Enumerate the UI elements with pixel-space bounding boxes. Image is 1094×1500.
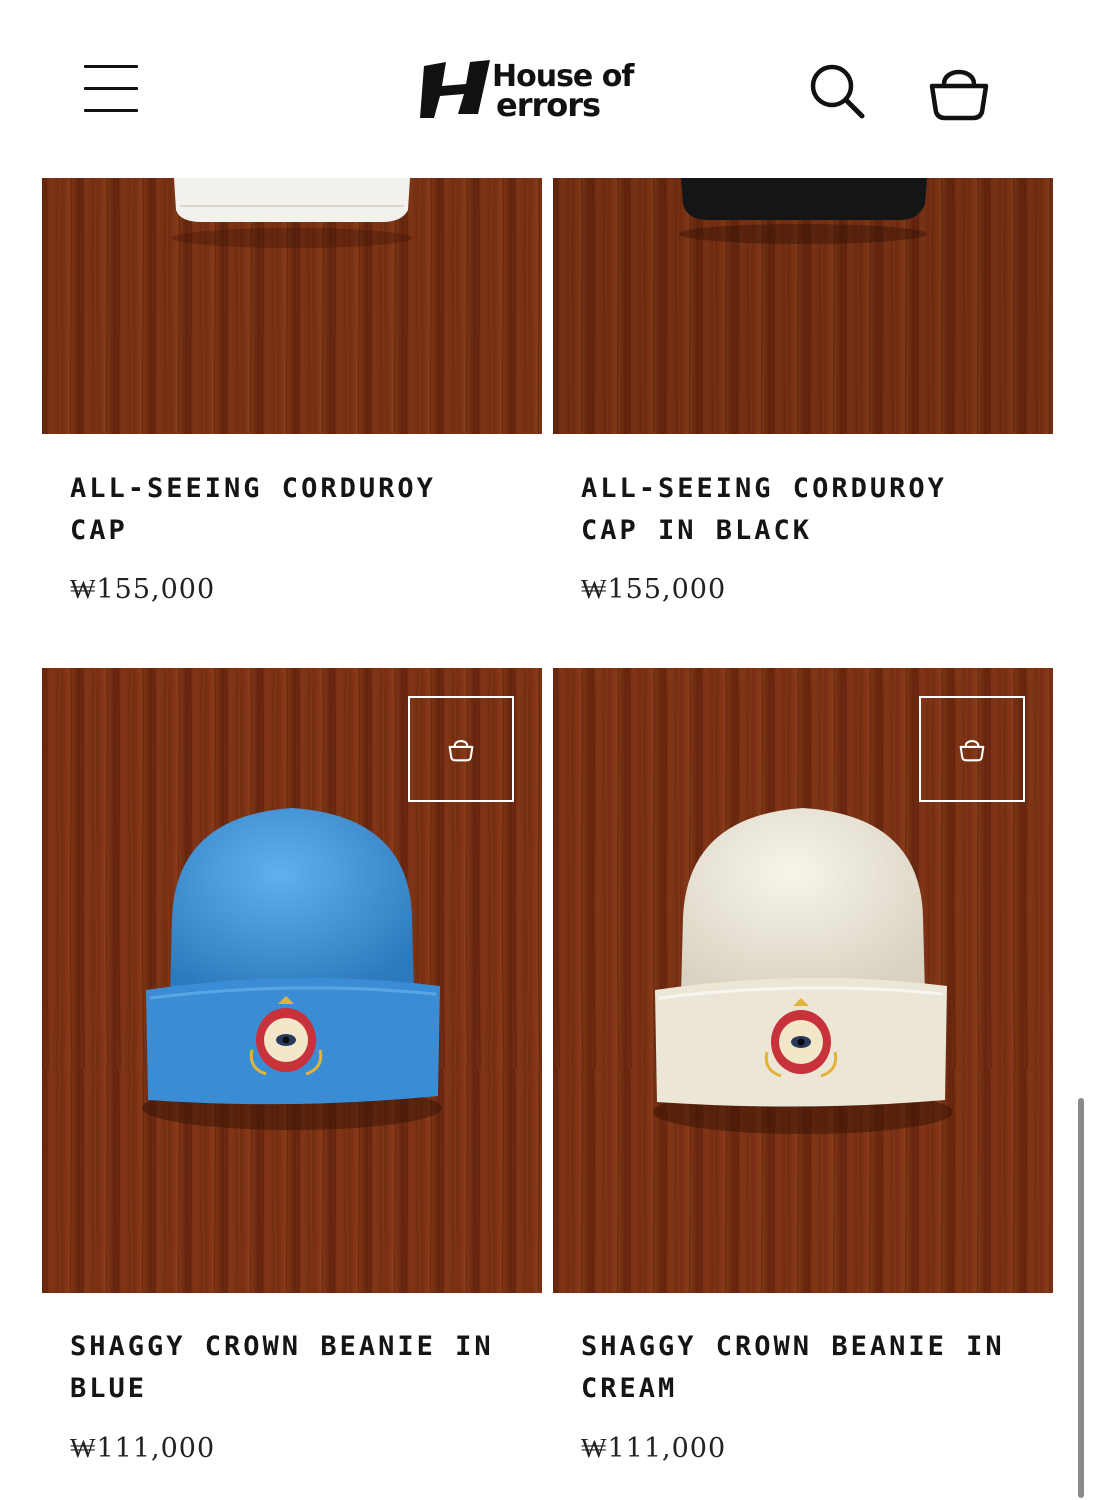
hamburger-menu-icon[interactable] bbox=[84, 64, 138, 114]
product-name[interactable]: ALL-SEEING CORDUROY CAP IN BLACK bbox=[581, 468, 1021, 552]
scrollbar[interactable] bbox=[1078, 1098, 1084, 1498]
product-image[interactable] bbox=[553, 178, 1053, 434]
cart-bag-icon bbox=[959, 739, 985, 762]
product-card[interactable]: SHAGGY CROWN BEANIE IN BLUE ₩111,000 bbox=[42, 668, 542, 1500]
quick-add-button[interactable] bbox=[408, 696, 514, 802]
site-header: House of errors bbox=[0, 0, 1094, 178]
product-card[interactable]: SHAGGY CROWN BEANIE IN CREAM ₩111,000 bbox=[553, 668, 1053, 1500]
product-price: ₩111,000 bbox=[581, 1433, 727, 1464]
svg-text:errors: errors bbox=[496, 86, 600, 124]
product-image[interactable] bbox=[42, 668, 542, 1293]
product-price: ₩111,000 bbox=[70, 1433, 216, 1464]
product-card[interactable]: ALL-SEEING CORDUROY CAP IN BLACK ₩155,00… bbox=[553, 178, 1053, 618]
product-image[interactable] bbox=[42, 178, 542, 434]
product-name[interactable]: ALL-SEEING CORDUROY CAP bbox=[70, 468, 510, 552]
product-image[interactable] bbox=[553, 668, 1053, 1293]
product-price: ₩155,000 bbox=[70, 574, 216, 605]
product-price: ₩155,000 bbox=[581, 574, 727, 605]
cart-bag-icon bbox=[448, 739, 474, 762]
product-name[interactable]: SHAGGY CROWN BEANIE IN BLUE bbox=[70, 1326, 510, 1410]
quick-add-button[interactable] bbox=[919, 696, 1025, 802]
product-name[interactable]: SHAGGY CROWN BEANIE IN CREAM bbox=[581, 1326, 1021, 1410]
product-card[interactable]: ALL-SEEING CORDUROY CAP ₩155,000 bbox=[42, 178, 542, 618]
house-of-errors-logo[interactable]: House of errors bbox=[420, 52, 676, 124]
cart-bag-icon[interactable] bbox=[926, 60, 992, 122]
search-icon[interactable] bbox=[808, 62, 866, 120]
